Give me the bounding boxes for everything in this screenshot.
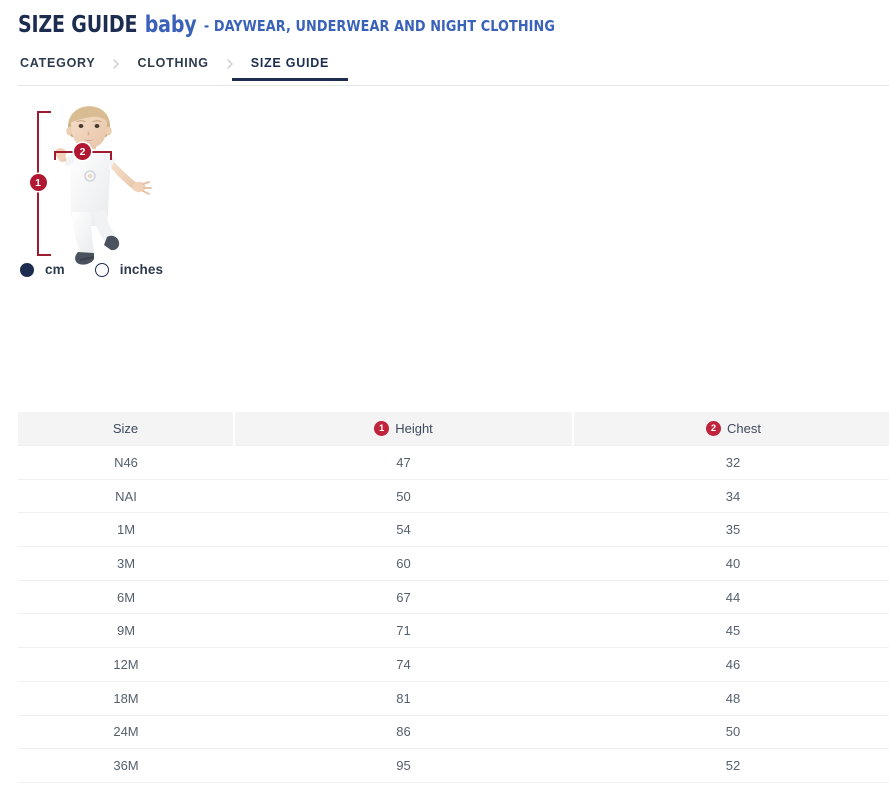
cell-chest: 48 xyxy=(573,681,889,715)
cell-size: NAI xyxy=(18,479,234,513)
table-head: Size 1 Height 2 Chest xyxy=(18,412,889,446)
breadcrumb-divider xyxy=(18,85,889,86)
table-body: N46 47 32 NAI 50 34 1M 54 35 3M 60 40 6M… xyxy=(18,446,889,783)
column-header-size-label: Size xyxy=(113,421,138,436)
measurement-marker-2[interactable]: 2 xyxy=(74,143,91,160)
column-header-height-label: Height xyxy=(395,421,433,436)
breadcrumb-item-category[interactable]: CATEGORY xyxy=(18,57,97,81)
cell-height: 47 xyxy=(234,446,573,480)
page-header: SIZE GUIDE baby - DAYWEAR, UNDERWEAR AND… xyxy=(0,0,889,38)
cell-chest: 32 xyxy=(573,446,889,480)
cell-size: 36M xyxy=(18,749,234,783)
cell-chest: 34 xyxy=(573,479,889,513)
table-row: 18M 81 48 xyxy=(18,681,889,715)
chest-guide-cap-left xyxy=(54,151,56,160)
measurement-figure: 1 2 cm inches xyxy=(0,104,889,322)
cell-height: 71 xyxy=(234,614,573,648)
breadcrumb: CATEGORY CLOTHING SIZE GUIDE xyxy=(0,52,889,86)
cell-size: 3M xyxy=(18,547,234,581)
cell-chest: 45 xyxy=(573,614,889,648)
height-guide-cap-top xyxy=(37,111,51,113)
table-row: 6M 67 44 xyxy=(18,580,889,614)
size-guide-table: Size 1 Height 2 Chest N46 47 32 xyxy=(18,412,889,783)
page-title-category: baby xyxy=(145,12,197,38)
radio-inches-icon[interactable] xyxy=(95,263,109,277)
breadcrumb-list: CATEGORY CLOTHING SIZE GUIDE xyxy=(0,52,889,86)
table-row: 3M 60 40 xyxy=(18,547,889,581)
cell-chest: 50 xyxy=(573,715,889,749)
table-row: 9M 71 45 xyxy=(18,614,889,648)
cell-size: N46 xyxy=(18,446,234,480)
cell-chest: 46 xyxy=(573,648,889,682)
cell-size: 24M xyxy=(18,715,234,749)
cell-height: 81 xyxy=(234,681,573,715)
cell-chest: 35 xyxy=(573,513,889,547)
unit-option-cm-label: cm xyxy=(45,262,65,277)
cell-height: 95 xyxy=(234,749,573,783)
height-guide-cap-bottom xyxy=(37,254,51,256)
table-row: 1M 54 35 xyxy=(18,513,889,547)
page-title: SIZE GUIDE baby - DAYWEAR, UNDERWEAR AND… xyxy=(18,12,819,38)
column-header-chest: 2 Chest xyxy=(573,412,889,446)
cell-height: 86 xyxy=(234,715,573,749)
column-badge-height: 1 xyxy=(374,421,389,436)
breadcrumb-item-size-guide[interactable]: SIZE GUIDE xyxy=(249,57,331,81)
cell-size: 12M xyxy=(18,648,234,682)
page-title-description: - DAYWEAR, UNDERWEAR AND NIGHT CLOTHING xyxy=(204,17,555,35)
cell-chest: 40 xyxy=(573,547,889,581)
radio-cm-icon[interactable] xyxy=(20,263,34,277)
unit-option-cm[interactable]: cm xyxy=(20,262,65,277)
table-header-row: Size 1 Height 2 Chest xyxy=(18,412,889,446)
table-row: 24M 86 50 xyxy=(18,715,889,749)
cell-size: 1M xyxy=(18,513,234,547)
cell-height: 74 xyxy=(234,648,573,682)
cell-size: 9M xyxy=(18,614,234,648)
table-row: 12M 74 46 xyxy=(18,648,889,682)
cell-chest: 44 xyxy=(573,580,889,614)
page-title-main: SIZE GUIDE xyxy=(18,12,137,38)
table-row: NAI 50 34 xyxy=(18,479,889,513)
baby-illustration xyxy=(44,104,174,269)
cell-size: 18M xyxy=(18,681,234,715)
chevron-right-icon xyxy=(225,59,235,69)
measurement-marker-1[interactable]: 1 xyxy=(30,174,47,191)
cell-height: 54 xyxy=(234,513,573,547)
column-header-height: 1 Height xyxy=(234,412,573,446)
column-header-chest-label: Chest xyxy=(727,421,761,436)
chest-guide-cap-right xyxy=(110,151,112,160)
table-row: N46 47 32 xyxy=(18,446,889,480)
cell-height: 67 xyxy=(234,580,573,614)
cell-height: 60 xyxy=(234,547,573,581)
unit-option-inches-label: inches xyxy=(120,262,163,277)
unit-selector: cm inches xyxy=(20,262,193,277)
column-header-size: Size xyxy=(18,412,234,446)
breadcrumb-item-clothing[interactable]: CLOTHING xyxy=(135,57,210,81)
unit-option-inches[interactable]: inches xyxy=(95,262,163,277)
cell-size: 6M xyxy=(18,580,234,614)
table-row: 36M 95 52 xyxy=(18,749,889,783)
figure-canvas: 1 2 xyxy=(18,104,198,279)
chevron-right-icon xyxy=(111,59,121,69)
column-badge-chest: 2 xyxy=(706,421,721,436)
cell-height: 50 xyxy=(234,479,573,513)
cell-chest: 52 xyxy=(573,749,889,783)
